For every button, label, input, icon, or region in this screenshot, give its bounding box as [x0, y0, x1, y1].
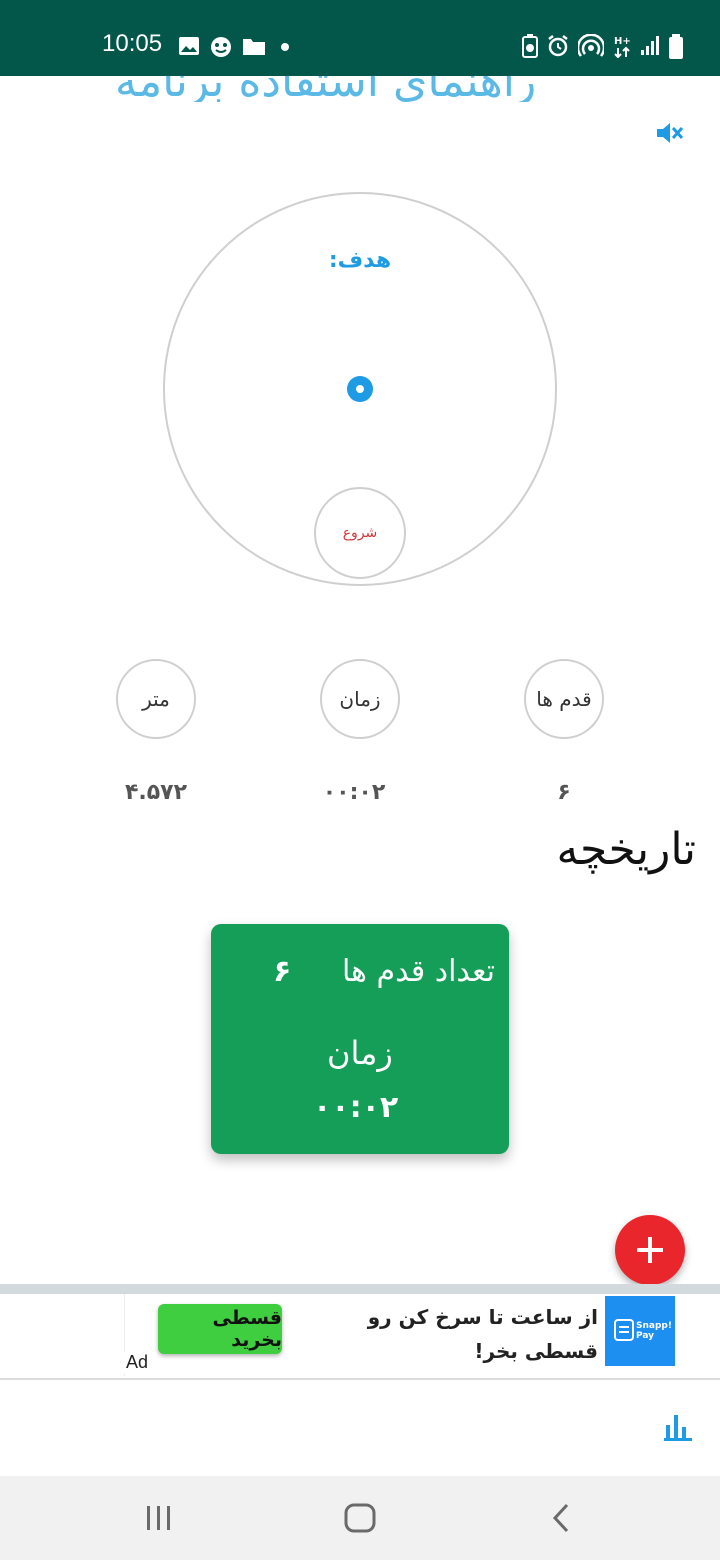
distance-stat-value: ۴.۵۷۲: [124, 780, 188, 805]
mute-icon[interactable]: [654, 118, 684, 148]
card-time-value: ۰۰:۰۲: [313, 1090, 399, 1125]
card-time-label: زمان: [327, 1034, 393, 1072]
notification-dot-icon: [281, 43, 289, 51]
status-bar: 10:05 H+: [0, 0, 720, 76]
ad-text[interactable]: از ساعت تا سرخ کن رو قسطی بخر!: [300, 1300, 598, 1368]
svg-text:H+: H+: [614, 36, 631, 47]
ad-buy-button[interactable]: قسطی بخرید: [158, 1304, 282, 1354]
app-screen: راهنمای استفاده برنامه 10:05 H+ هدف: شرو…: [0, 0, 720, 1560]
ad-divider: [0, 1284, 720, 1294]
system-nav-bar: [0, 1476, 720, 1560]
ad-logo-line1: Snapp!: [636, 1321, 672, 1331]
history-title: تاریخچه: [556, 824, 696, 875]
hotspot-icon: [578, 34, 604, 57]
signal-icon: [641, 36, 659, 55]
bar-chart-icon[interactable]: [664, 1413, 692, 1441]
card-steps-value: ۶: [273, 954, 292, 989]
distance-stat-label: متر: [116, 659, 196, 739]
time-stat-value: ۰۰:۰۲: [322, 780, 386, 805]
progress-indicator-icon: [347, 376, 373, 402]
battery-saver-icon: [522, 34, 538, 58]
ad-logo[interactable]: Snapp! Pay: [605, 1296, 675, 1366]
battery-icon: [669, 34, 683, 59]
home-icon[interactable]: [343, 1502, 377, 1534]
time-stat-label: زمان: [320, 659, 400, 739]
status-time: 10:05: [102, 30, 163, 57]
ad-tag: Ad: [124, 1352, 156, 1374]
folder-icon: [243, 39, 265, 55]
history-card[interactable]: تعداد قدم ها ۶ زمان ۰۰:۰۲: [211, 924, 509, 1154]
start-button[interactable]: شروع: [314, 487, 406, 579]
steps-stat-label: قدم ها: [524, 659, 604, 739]
steps-stat-value: ۶: [557, 780, 571, 805]
ad-logo-line2: Pay: [636, 1331, 654, 1341]
network-type-icon: H+: [614, 36, 631, 58]
bottom-divider: [0, 1378, 720, 1380]
back-icon[interactable]: [550, 1502, 572, 1534]
snapp-pay-logo-icon: Snapp! Pay: [614, 1319, 672, 1341]
alarm-icon: [548, 35, 568, 57]
add-button[interactable]: [615, 1215, 685, 1285]
recents-icon[interactable]: [144, 1504, 174, 1532]
goal-label: هدف:: [328, 248, 392, 273]
card-steps-label: تعداد قدم ها: [342, 954, 495, 989]
mascot-icon: [211, 37, 231, 57]
gallery-icon: [179, 37, 199, 55]
